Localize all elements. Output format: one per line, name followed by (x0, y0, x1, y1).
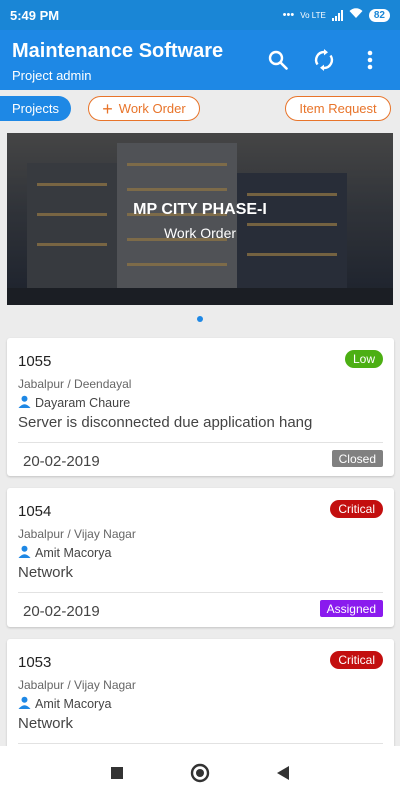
search-icon[interactable] (266, 46, 290, 74)
priority-badge: Low (344, 350, 383, 368)
network-label: Vo LTE (300, 10, 326, 20)
plus-icon: + (102, 98, 113, 119)
work-order-id: 1053 (18, 654, 52, 671)
work-order-location: Jabalpur / Vijay Nagar (18, 527, 136, 541)
item-request-button[interactable]: Item Request (285, 96, 391, 121)
work-order-card[interactable]: 1054 Critical Jabalpur / Vijay Nagar Ami… (7, 488, 394, 627)
more-dots-icon: ••• (282, 9, 295, 21)
wifi-icon (349, 8, 363, 22)
triangle-back-icon (277, 766, 289, 780)
assignee: Amit Macorya (18, 545, 111, 561)
card-divider (18, 442, 383, 443)
work-order-description: Network (18, 715, 74, 732)
assignee: Amit Macorya (18, 696, 111, 712)
app-bar: Maintenance Software Project admin (0, 30, 400, 90)
projects-tab[interactable]: Projects (0, 96, 71, 121)
status-time: 5:49 PM (10, 7, 60, 23)
carousel-indicator (197, 316, 203, 322)
work-order-button[interactable]: + Work Order (88, 96, 200, 121)
assignee: Dayaram Chaure (18, 395, 130, 411)
card-divider (18, 743, 383, 744)
person-icon (18, 395, 31, 411)
work-order-card[interactable]: 1055 Low Jabalpur / Deendayal Dayaram Ch… (7, 338, 394, 476)
recents-button[interactable] (106, 762, 128, 784)
status-badge: Closed (331, 450, 383, 467)
app-subtitle: Project admin (12, 68, 92, 83)
work-order-id: 1055 (18, 353, 52, 370)
card-divider (18, 592, 383, 593)
projects-label: Projects (12, 101, 59, 116)
signal-icon (331, 9, 343, 21)
sync-icon[interactable] (312, 46, 336, 74)
battery-icon: 82 (368, 8, 390, 22)
person-icon (18, 545, 31, 561)
work-order-label: Work Order (118, 101, 186, 116)
work-order-location: Jabalpur / Vijay Nagar (18, 678, 136, 692)
assignee-name: Amit Macorya (35, 697, 112, 711)
priority-badge: Critical (330, 500, 383, 518)
assignee-name: Dayaram Chaure (35, 396, 131, 410)
item-request-label: Item Request (299, 101, 377, 116)
work-order-description: Server is disconnected due application h… (18, 414, 313, 431)
project-banner[interactable]: MP CITY PHASE-I Work Order (7, 133, 393, 305)
home-button[interactable] (189, 762, 211, 784)
work-order-date: 20-02-2019 (23, 453, 100, 470)
back-button[interactable] (272, 762, 294, 784)
banner-subtitle: Work Order (163, 225, 237, 241)
square-icon (111, 767, 123, 779)
work-order-description: Network (18, 564, 74, 581)
work-order-location: Jabalpur / Deendayal (18, 377, 132, 391)
work-order-date: 20-02-2019 (23, 603, 100, 620)
banner-title: MP CITY PHASE-I (133, 201, 267, 218)
app-title: Maintenance Software (12, 40, 224, 62)
filter-bar: Projects + Work Order Item Request (0, 96, 400, 124)
banner-overlay (7, 133, 393, 305)
person-icon (18, 696, 31, 712)
circle-icon (190, 763, 210, 783)
more-vert-icon[interactable] (358, 46, 382, 74)
status-bar: 5:49 PM ••• Vo LTE 82 (0, 0, 400, 30)
work-order-id: 1054 (18, 503, 52, 520)
system-nav-bar (0, 746, 400, 800)
assignee-name: Amit Macorya (35, 546, 112, 560)
priority-badge: Critical (330, 651, 383, 669)
status-badge: Assigned (319, 600, 383, 617)
